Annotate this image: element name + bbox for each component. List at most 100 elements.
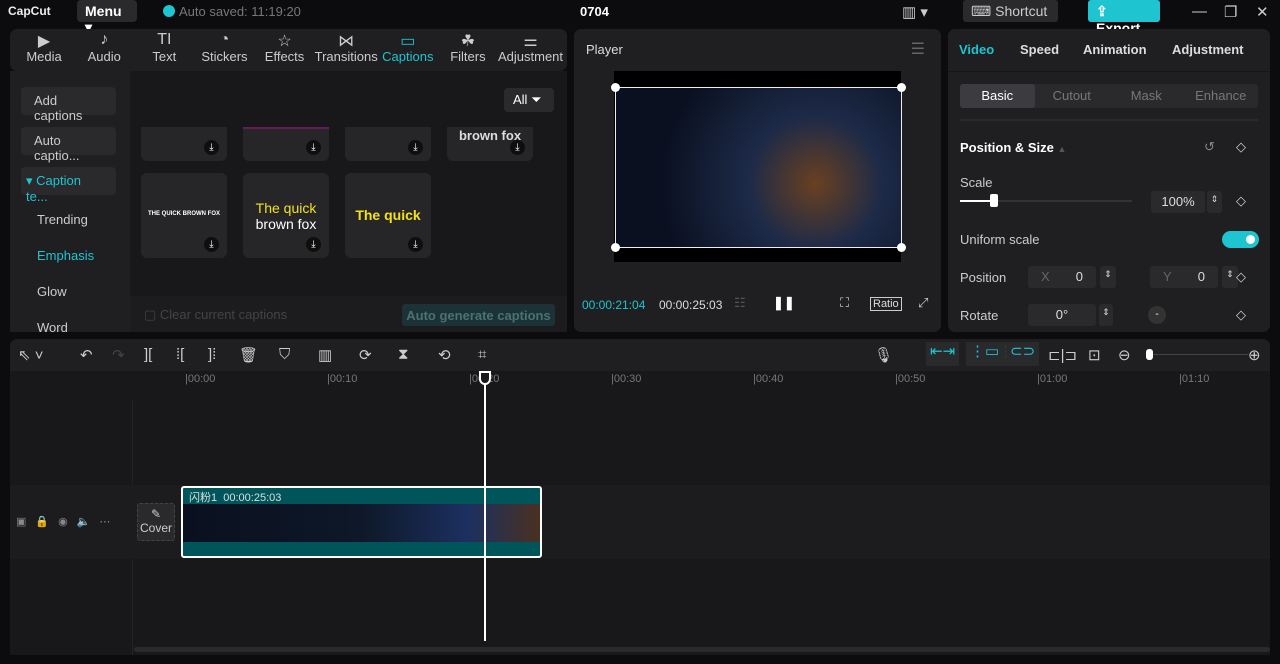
rotate-input[interactable]: 0° (1028, 304, 1096, 326)
clear-captions-checkbox[interactable]: ▢ Clear current captions (144, 307, 287, 323)
sidebar-item-word[interactable]: Word (37, 320, 68, 335)
timecode-grid-icon[interactable]: ☷ (734, 295, 746, 311)
sidebar-item-emphasis[interactable]: Emphasis (37, 248, 94, 263)
close-icon[interactable]: ✕ (1256, 3, 1269, 21)
caption-card[interactable]: ⤓ (243, 127, 329, 161)
playhead[interactable] (478, 371, 491, 641)
tab-speed[interactable]: Speed (1020, 42, 1059, 57)
zoom-in-icon[interactable]: ⊕ (1248, 346, 1261, 364)
lock-icon[interactable]: 🔒 (35, 516, 58, 528)
minimize-icon[interactable]: — (1192, 3, 1207, 20)
resize-handle[interactable] (611, 243, 620, 252)
video-clip[interactable]: 闪粉1 00:00:25:03 (181, 486, 542, 558)
main-track-magnet-icon[interactable]: ⇤⇥ (926, 342, 960, 366)
cover-button[interactable]: ✎ Cover (137, 503, 175, 541)
zoom-out-icon[interactable]: ⊖ (1118, 346, 1131, 364)
marker-icon[interactable]: ⛉ (279, 346, 290, 363)
scale-stepper[interactable]: ⇕ (1207, 191, 1222, 213)
split-left-icon[interactable]: ⁞[ (176, 346, 184, 363)
zoom-slider-thumb[interactable] (1146, 349, 1153, 360)
zoom-fit-timeline-icon[interactable]: ⊡ (1088, 346, 1101, 364)
tab-audio[interactable]: ♪ Audio (74, 29, 134, 71)
select-tool-icon[interactable]: ⇖ ˅ (18, 346, 44, 364)
caption-card[interactable]: ⤓ (141, 127, 227, 161)
rotate-icon[interactable]: ⟲ (438, 346, 451, 364)
reset-icon[interactable]: ↺ (1204, 139, 1215, 155)
tab-media[interactable]: ▶ Media (14, 29, 74, 71)
split-icon[interactable]: ][ (144, 346, 152, 363)
tab-animation[interactable]: Animation (1083, 42, 1147, 57)
resize-handle[interactable] (897, 83, 906, 92)
tab-filters[interactable]: ☘ Filters (438, 29, 498, 71)
tab-text[interactable]: TI Text (134, 29, 194, 71)
freeze-icon[interactable]: ▥ (318, 346, 332, 364)
auto-captions-button[interactable]: Auto captio... (21, 127, 116, 163)
hamburger-icon[interactable]: ☰ (911, 39, 925, 59)
more-icon[interactable]: ⋯ (99, 516, 119, 528)
track-video-icon[interactable]: ▣ (16, 516, 35, 528)
delete-icon[interactable]: 🗑 (239, 346, 258, 364)
video-preview[interactable] (611, 83, 906, 252)
ratio-button[interactable]: Ratio (870, 297, 902, 311)
sidebar-item-glow[interactable]: Glow (37, 284, 67, 299)
add-captions-button[interactable]: Add captions (21, 87, 116, 123)
tab-transitions[interactable]: ⋈ Transitions (315, 29, 378, 71)
position-y-input[interactable]: Y0 (1150, 266, 1218, 288)
caption-card[interactable]: THE QUICK BROWN FOX ⤓ (141, 173, 227, 258)
layout-icon[interactable]: ▥ ▾ (902, 3, 928, 21)
crop-icon[interactable]: ⌗ (478, 346, 486, 363)
resize-handle[interactable] (897, 243, 906, 252)
filter-button[interactable]: All ⏷ (504, 88, 554, 112)
keyframe-icon[interactable]: ◇ (1236, 193, 1246, 209)
tab-captions[interactable]: ▭ Captions (378, 29, 438, 71)
zoom-fit-icon[interactable]: ⛶ (840, 295, 849, 311)
undo-icon[interactable]: ↶ (80, 346, 93, 364)
subtab-enhance[interactable]: Enhance (1184, 84, 1259, 108)
mirror-icon[interactable]: ⧗ (398, 346, 409, 363)
caption-card[interactable]: The quick brown fox ⤓ (243, 173, 329, 258)
sidebar-item-trending[interactable]: Trending (37, 212, 88, 227)
caption-card[interactable]: brown fox ⤓ (447, 127, 533, 161)
restore-icon[interactable]: ❐ (1224, 3, 1237, 21)
caption-card[interactable]: The quick ⤓ (345, 173, 431, 258)
tab-video[interactable]: Video (959, 42, 994, 57)
audio-icon[interactable]: 🔈 (77, 516, 100, 528)
shortcut-button[interactable]: ⌨ Shortcut (963, 0, 1058, 22)
timeline-scrollbar[interactable] (134, 647, 1270, 652)
rotate-dial[interactable]: - (1148, 306, 1166, 324)
resize-handle[interactable] (611, 83, 620, 92)
link-icon[interactable]: ⊂⊃ (1006, 342, 1040, 366)
keyframe-icon[interactable]: ◇ (1236, 139, 1246, 155)
tab-adjustment[interactable]: Adjustment (1172, 42, 1244, 57)
split-right-icon[interactable]: ]⁞ (208, 346, 216, 363)
export-button[interactable]: ⇪ Export (1088, 0, 1160, 36)
keyframe-icon[interactable]: ◇ (1236, 269, 1246, 285)
subtab-mask[interactable]: Mask (1109, 84, 1184, 108)
tab-effects[interactable]: ☆ Effects (255, 29, 315, 71)
microphone-icon[interactable]: 🎙 (874, 346, 893, 364)
menu-button[interactable]: Menu ▾ (77, 0, 137, 35)
uniform-scale-toggle[interactable] (1222, 231, 1259, 248)
playhead-handle[interactable] (478, 371, 491, 385)
scale-input[interactable]: 100% (1151, 191, 1205, 213)
redo-icon[interactable]: ↷ (112, 346, 125, 364)
caption-templates-button[interactable]: ▾ Caption te... (21, 167, 116, 204)
auto-generate-button[interactable]: Auto generate captions (402, 304, 555, 326)
subtab-basic[interactable]: Basic (960, 84, 1035, 108)
tab-stickers[interactable]: ◔ Stickers (194, 29, 254, 71)
timeline-zoom-slider[interactable] (1146, 349, 1248, 360)
scale-slider-thumb[interactable] (990, 194, 999, 207)
position-x-stepper[interactable]: ⇕ (1100, 266, 1116, 288)
eye-icon[interactable]: ◉ (58, 516, 77, 528)
position-x-input[interactable]: X0 (1028, 266, 1096, 288)
pause-icon[interactable]: ❚❚ (773, 295, 795, 311)
subtab-cutout[interactable]: Cutout (1035, 84, 1110, 108)
scale-slider[interactable] (960, 194, 1132, 207)
fullscreen-icon[interactable]: ⤢ (918, 295, 928, 311)
rotate-stepper[interactable]: ⇕ (1099, 304, 1113, 326)
keyframe-icon[interactable]: ◇ (1236, 307, 1246, 323)
tab-adjustment[interactable]: ⚌ Adjustment (498, 29, 563, 71)
caption-card[interactable]: ⤓ (345, 127, 431, 161)
preview-axis-icon[interactable]: ⊏|⊐ (1048, 346, 1077, 364)
reverse-icon[interactable]: ⟳ (359, 346, 372, 364)
